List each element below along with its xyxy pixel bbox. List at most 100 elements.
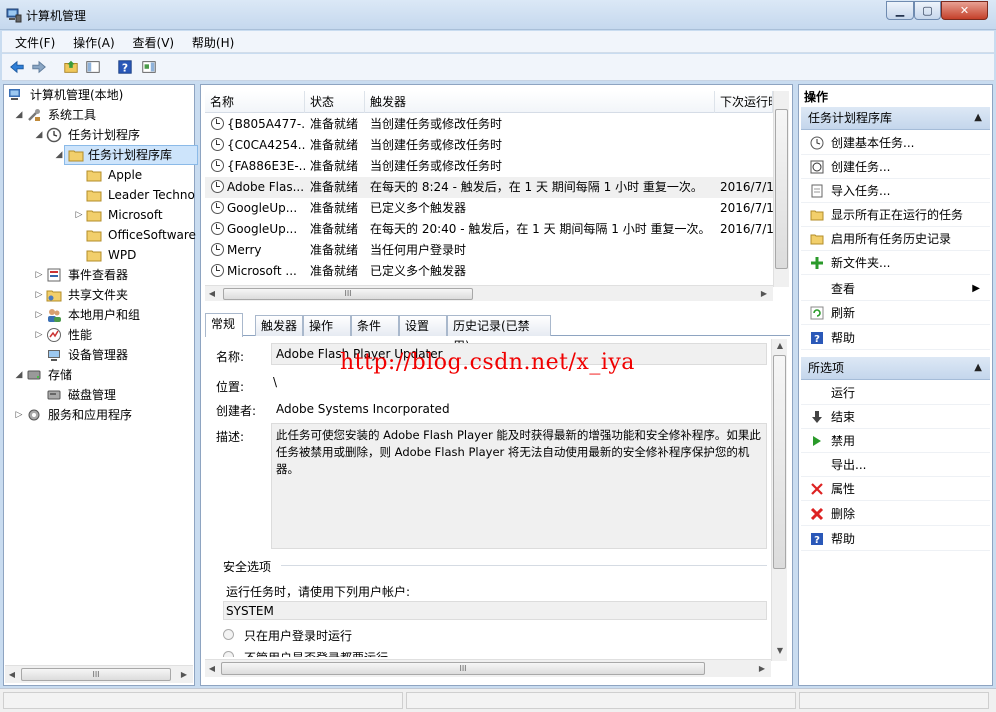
action-new-folder[interactable]: 新文件夹... — [801, 251, 990, 275]
details-horizontal-scrollbar[interactable]: ◀ III ▶ — [205, 659, 771, 677]
location-label: 位置: — [216, 380, 245, 394]
section-task-library[interactable]: 任务计划程序库 ▲ — [801, 107, 990, 130]
up-folder-icon[interactable] — [62, 58, 80, 76]
scroll-thumb[interactable] — [773, 355, 786, 569]
tree-label: 存储 — [48, 368, 73, 382]
menu-file[interactable]: 文件(F) — [8, 31, 62, 54]
collapsed-arrow-icon[interactable]: ▷ — [34, 265, 44, 285]
table-row[interactable]: GoogleUp... 准备就绪 已定义多个触发器 2016/7/1 — [205, 198, 773, 219]
tree-item-task-scheduler-library[interactable]: ◢ 任务计划程序库 — [8, 145, 198, 165]
action-run[interactable]: 运行 — [801, 381, 990, 405]
collapse-icon[interactable]: ▲ — [974, 357, 982, 379]
action-help[interactable]: ? 帮助 — [801, 527, 990, 551]
radio-label: 不管用户是否登录都要运行 — [244, 649, 388, 657]
expanded-arrow-icon[interactable]: ◢ — [14, 105, 24, 125]
scroll-thumb[interactable]: III — [21, 668, 171, 681]
table-row[interactable]: Merry 准备就绪 当任何用户登录时 — [205, 240, 773, 261]
table-row[interactable]: Microsoft ... 准备就绪 已定义多个触发器 — [205, 261, 773, 282]
detail-tabs: 常规 触发器 操作 条件 设置 历史记录(已禁用) — [205, 313, 790, 353]
action-help[interactable]: ? 帮助 — [801, 326, 990, 350]
status-panel — [799, 692, 989, 709]
scroll-thumb[interactable]: III — [221, 662, 705, 675]
action-view[interactable]: 查看 ▶ — [801, 277, 990, 301]
task-list-vertical-scrollbar[interactable] — [773, 91, 789, 287]
action-import-task[interactable]: 导入任务... — [801, 179, 990, 203]
collapsed-arrow-icon[interactable]: ▷ — [34, 285, 44, 305]
column-trigger[interactable]: 触发器 — [365, 91, 715, 113]
action-label: 新文件夹... — [831, 256, 891, 270]
action-properties[interactable]: 属性 — [801, 477, 990, 501]
show-hide-action-pane-icon[interactable] — [140, 58, 158, 76]
services-icon — [28, 409, 40, 421]
scroll-thumb[interactable] — [775, 109, 788, 269]
table-row[interactable]: {C0CA4254... 准备就绪 当创建任务或修改任务时 — [205, 135, 773, 156]
menu-action[interactable]: 操作(A) — [66, 31, 122, 54]
radio-logged-on-only[interactable] — [223, 629, 234, 640]
tree-horizontal-scrollbar[interactable]: ◀ III ▶ — [5, 665, 193, 683]
tab-actions[interactable]: 操作 — [303, 315, 351, 336]
table-row[interactable]: {FA886E3E-... 准备就绪 当创建任务或修改任务时 — [205, 156, 773, 177]
minimize-button[interactable]: ▁ — [886, 1, 914, 20]
event-viewer-icon — [47, 268, 61, 282]
table-row[interactable]: {B805A477-... 准备就绪 当创建任务或修改任务时 — [205, 114, 773, 135]
collapsed-arrow-icon[interactable]: ▷ — [74, 205, 84, 225]
action-export[interactable]: 导出... — [801, 453, 990, 477]
action-delete[interactable]: 删除 — [801, 502, 990, 526]
forward-arrow-icon[interactable] — [30, 58, 48, 76]
collapsed-arrow-icon[interactable]: ▷ — [34, 305, 44, 325]
tab-settings[interactable]: 设置 — [399, 315, 447, 336]
tab-general[interactable]: 常规 — [205, 313, 243, 337]
action-create-basic-task[interactable]: 创建基本任务... — [801, 131, 990, 155]
tab-conditions[interactable]: 条件 — [351, 315, 399, 336]
radio-whether-logged-on[interactable] — [223, 651, 234, 657]
help-icon[interactable]: ? — [116, 58, 134, 76]
action-enable-history[interactable]: 启用所有任务历史记录 — [801, 227, 990, 251]
action-refresh[interactable]: 刷新 — [801, 301, 990, 325]
name-label: 名称: — [216, 350, 245, 364]
show-hide-tree-icon[interactable] — [84, 58, 102, 76]
tree-label: 服务和应用程序 — [48, 408, 133, 422]
task-list-horizontal-scrollbar[interactable]: ◀ III ▶ — [205, 285, 773, 301]
collapsed-arrow-icon[interactable]: ▷ — [34, 325, 44, 345]
scroll-down-icon[interactable]: ▼ — [775, 646, 785, 655]
scroll-right-icon[interactable]: ▶ — [759, 289, 769, 298]
table-row[interactable]: GoogleUp... 准备就绪 在每天的 20:40 - 触发后，在 1 天 期间… — [205, 219, 773, 240]
column-next-run[interactable]: 下次运行时 — [715, 91, 773, 113]
scroll-thumb[interactable]: III — [223, 288, 473, 300]
center-pane: 名称 状态 触发器 下次运行时 {B805A477-...准备就绪当创建任务或修… — [200, 84, 793, 686]
expanded-arrow-icon[interactable]: ◢ — [34, 125, 44, 145]
scroll-grip: III — [344, 289, 352, 298]
cell-status: 准备就绪 — [310, 201, 359, 215]
maximize-button[interactable]: ▢ — [914, 1, 941, 20]
task-clock-icon — [211, 117, 224, 130]
action-end[interactable]: 结束 — [801, 405, 990, 429]
scroll-left-icon[interactable]: ◀ — [207, 664, 217, 673]
action-create-task[interactable]: 创建任务... — [801, 155, 990, 179]
details-vertical-scrollbar[interactable]: ▲ ▼ — [771, 339, 787, 661]
expanded-arrow-icon[interactable]: ◢ — [14, 365, 24, 385]
toolbar: ? — [2, 54, 994, 81]
scroll-left-icon[interactable]: ◀ — [7, 670, 17, 679]
scroll-right-icon[interactable]: ▶ — [757, 664, 767, 673]
action-show-running[interactable]: 显示所有正在运行的任务 — [801, 203, 990, 227]
collapsed-arrow-icon[interactable]: ▷ — [14, 405, 24, 425]
action-disable[interactable]: 禁用 — [801, 429, 990, 453]
scroll-right-icon[interactable]: ▶ — [179, 670, 189, 679]
tab-history[interactable]: 历史记录(已禁用) — [447, 315, 551, 353]
cell-next-run: 2016/7/1 — [720, 180, 773, 194]
menu-help[interactable]: 帮助(H) — [185, 31, 241, 54]
tab-triggers[interactable]: 触发器 — [255, 315, 303, 336]
run-as-field[interactable] — [223, 601, 767, 620]
back-arrow-icon[interactable] — [8, 58, 26, 76]
menu-view[interactable]: 查看(V) — [126, 31, 182, 54]
expanded-arrow-icon[interactable]: ◢ — [54, 145, 64, 165]
collapse-icon[interactable]: ▲ — [974, 107, 982, 129]
column-name[interactable]: 名称 — [205, 91, 305, 113]
scroll-left-icon[interactable]: ◀ — [207, 289, 217, 298]
close-button[interactable]: ✕ — [941, 1, 988, 20]
divider — [281, 565, 767, 566]
table-row[interactable]: Adobe Flas... 准备就绪 在每天的 8:24 - 触发后，在 1 天 期… — [205, 177, 773, 198]
section-selected-item[interactable]: 所选项 ▲ — [801, 357, 990, 380]
scroll-up-icon[interactable]: ▲ — [775, 341, 785, 350]
column-status[interactable]: 状态 — [305, 91, 365, 113]
